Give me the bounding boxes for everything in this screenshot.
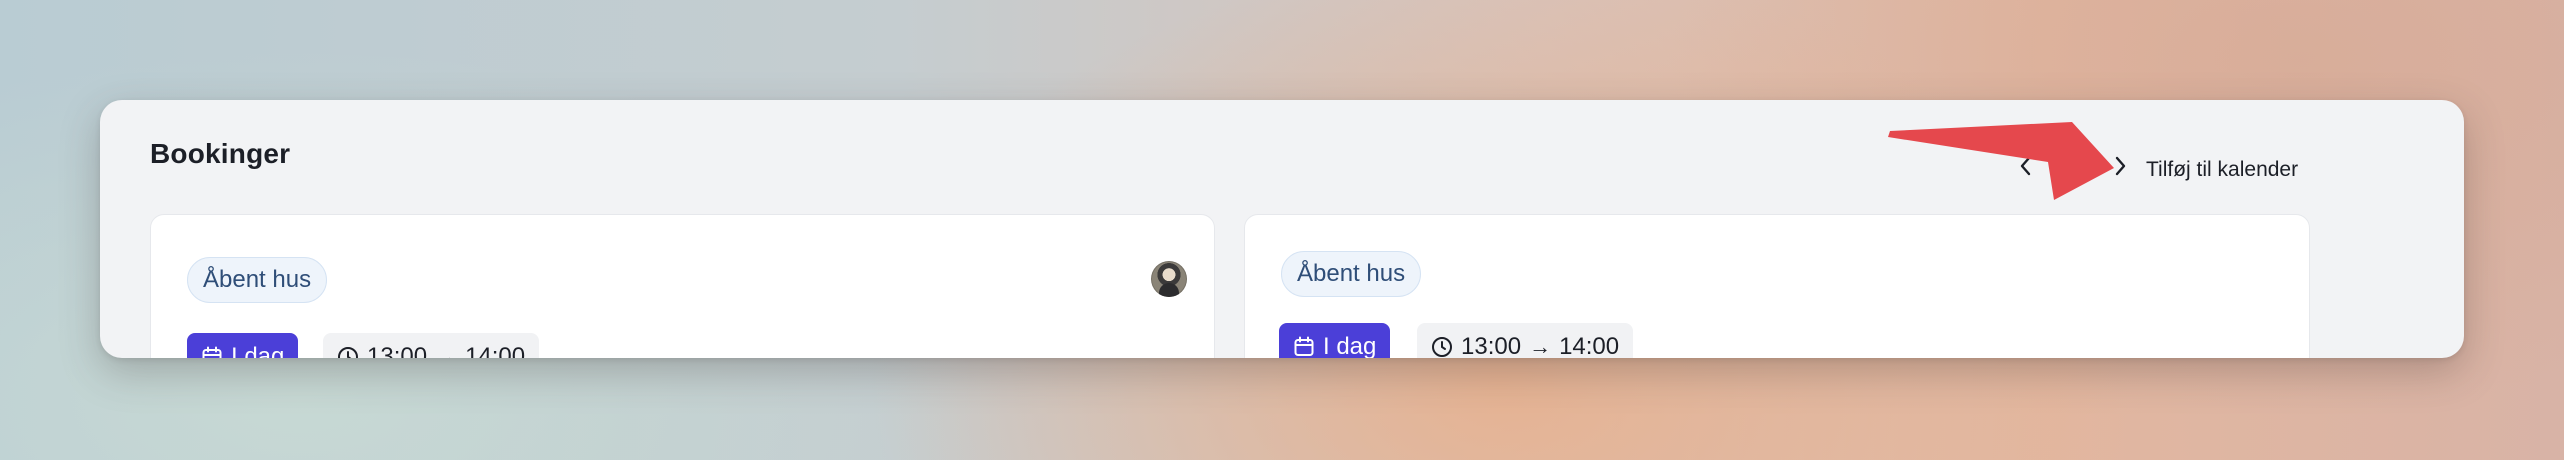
arrow-right-icon: → bbox=[435, 344, 458, 358]
booking-card[interactable]: Åbent hus I dag 13:00 → 14:00 bbox=[1244, 214, 2310, 358]
booking-card[interactable]: Åbent hus I dag 13:00 → 14:00 bbox=[150, 214, 1215, 358]
panel-title: Bookinger bbox=[150, 138, 291, 169]
start-time: 13:00 bbox=[1461, 333, 1522, 358]
time-range: 13:00 → 14:00 bbox=[323, 333, 540, 358]
date-badge: I dag bbox=[1279, 323, 1391, 358]
bookings-panel: Bookinger Tilføj til kalender Åbent hus … bbox=[100, 100, 2464, 358]
end-time: 14:00 bbox=[465, 343, 526, 358]
start-time: 13:00 bbox=[367, 343, 428, 358]
time-range: 13:00 → 14:00 bbox=[1417, 323, 1634, 358]
add-to-calendar-link[interactable]: Tilføj til kalender bbox=[2146, 158, 2298, 182]
date-label: I dag bbox=[1323, 333, 1377, 358]
event-type-tag: Åbent hus bbox=[187, 257, 328, 303]
clock-icon bbox=[338, 347, 358, 358]
avatar bbox=[1151, 261, 1187, 297]
next-button[interactable] bbox=[2106, 152, 2134, 180]
end-time: 14:00 bbox=[1559, 333, 1620, 358]
arrow-right-icon: → bbox=[1529, 334, 1552, 358]
date-label: I dag bbox=[231, 343, 285, 358]
previous-button[interactable] bbox=[2012, 152, 2040, 180]
event-type-tag: Åbent hus bbox=[1281, 251, 1422, 297]
clock-icon bbox=[1432, 337, 1452, 357]
chevron-left-icon bbox=[2020, 156, 2031, 176]
calendar-icon bbox=[202, 346, 222, 358]
chevron-right-icon bbox=[2115, 156, 2126, 176]
date-badge: I dag bbox=[187, 333, 299, 358]
calendar-icon bbox=[1294, 336, 1314, 356]
